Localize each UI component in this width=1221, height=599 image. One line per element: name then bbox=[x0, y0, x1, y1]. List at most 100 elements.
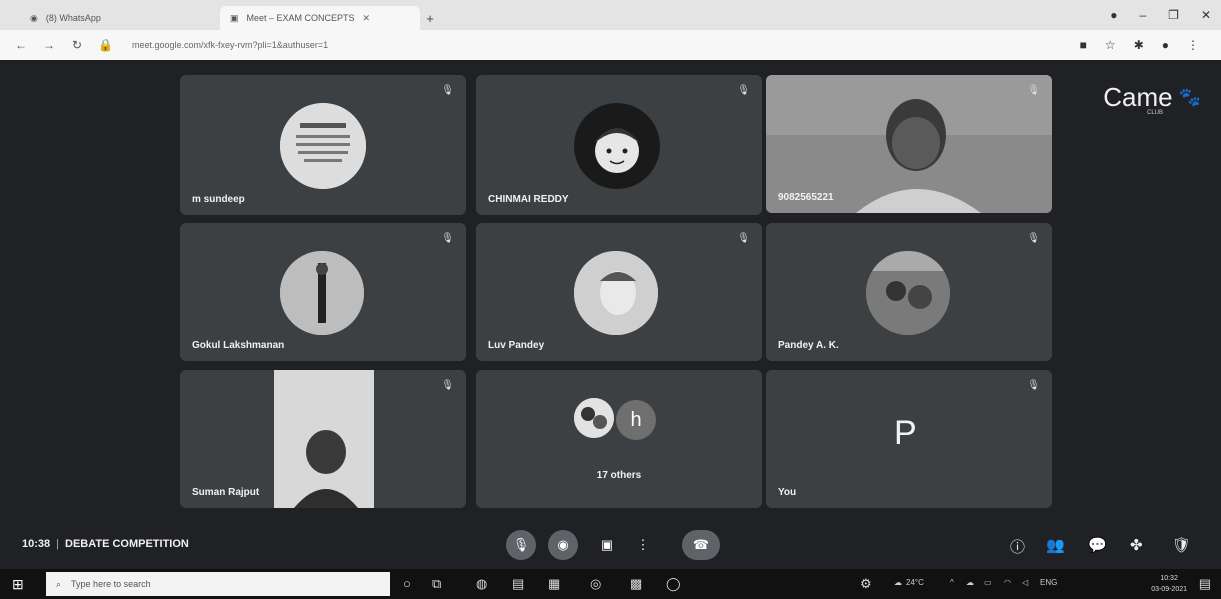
camera-toggle-button[interactable]: ◉ bbox=[548, 530, 578, 560]
participant-name: 9082565221 bbox=[778, 192, 834, 203]
participant-name: Gokul Lakshmanan bbox=[192, 340, 285, 351]
participant-avatar bbox=[280, 251, 364, 335]
mic-toggle-button[interactable]: 🎙 bbox=[506, 530, 536, 560]
photo-avatar bbox=[574, 251, 658, 335]
participant-avatar bbox=[574, 103, 660, 189]
photo-avatar bbox=[280, 251, 364, 335]
search-placeholder: Type here to search bbox=[71, 579, 151, 589]
new-tab-button[interactable]: + bbox=[420, 6, 440, 30]
people-icon[interactable]: 👥 bbox=[1046, 536, 1065, 554]
sign-image-icon bbox=[280, 103, 366, 189]
forward-icon[interactable]: → bbox=[42, 38, 56, 52]
participant-name: Suman Rajput bbox=[192, 487, 260, 498]
more-options-button[interactable]: ⋮ bbox=[628, 530, 658, 560]
more-vert-icon: ⋮ bbox=[636, 537, 650, 552]
url-field[interactable]: meet.google.com/xfk-fxey-rvm?pli=1&authu… bbox=[132, 40, 328, 50]
address-bar: ← → ↻ 🔒 meet.google.com/xfk-fxey-rvm?pli… bbox=[0, 30, 1221, 60]
address-bar-actions: ■ ☆ ✱ ● ⋮ bbox=[1080, 38, 1199, 52]
present-button[interactable]: ▣ bbox=[592, 530, 622, 560]
participant-avatar bbox=[574, 251, 658, 335]
browser-tab-whatsapp[interactable]: ◉ (8) WhatsApp bbox=[20, 6, 220, 30]
paw-icon: 🐾 bbox=[1178, 87, 1201, 107]
brand-name: Came bbox=[1103, 82, 1173, 112]
participant-avatar bbox=[866, 251, 950, 335]
language-indicator[interactable]: ENG bbox=[1040, 578, 1057, 587]
participant-name: You bbox=[778, 487, 797, 498]
others-tile[interactable]: h 17 others bbox=[476, 370, 762, 508]
tab-label: Meet – EXAM CONCEPTS bbox=[246, 13, 355, 23]
browser-tab-strip: ◉ (8) WhatsApp ▣ Meet – EXAM CONCEPTS ✕ … bbox=[0, 0, 1221, 30]
back-icon[interactable]: ← bbox=[14, 38, 28, 52]
reload-icon[interactable]: ↻ bbox=[70, 38, 84, 52]
edge-icon[interactable]: ◍ bbox=[476, 576, 487, 592]
star-icon[interactable]: ☆ bbox=[1105, 38, 1116, 52]
temperature: 24°C bbox=[906, 578, 924, 587]
meet-icon: ▣ bbox=[230, 12, 239, 23]
camera-icon: ◉ bbox=[557, 537, 569, 552]
participant-tile[interactable]: 🎙 Gokul Lakshmanan bbox=[180, 223, 466, 361]
minimize-icon[interactable]: – bbox=[1139, 8, 1146, 22]
self-tile[interactable]: P 🎙 You bbox=[766, 370, 1052, 508]
taskbar-search[interactable]: ⌕ Type here to search bbox=[46, 572, 390, 596]
app-icon-2[interactable]: ◯ bbox=[666, 576, 681, 592]
taskbar-clock[interactable]: 10:32 03-09-2021 bbox=[1151, 573, 1187, 595]
participant-name: CHINMAI REDDY bbox=[488, 194, 569, 205]
maximize-icon[interactable]: ❐ bbox=[1168, 8, 1179, 22]
video-feed bbox=[274, 370, 374, 508]
mic-muted-icon: 🎙 bbox=[441, 233, 454, 244]
activities-icon[interactable]: ✤ bbox=[1130, 536, 1143, 554]
file-explorer-icon[interactable]: ▤ bbox=[512, 576, 524, 592]
participant-tile[interactable]: 🎙 m sundeep bbox=[180, 75, 466, 215]
participant-tile[interactable]: 🎙 Luv Pandey bbox=[476, 223, 762, 361]
weather-app-icon[interactable]: ⚙ bbox=[860, 576, 872, 592]
meeting-time: 10:38 bbox=[22, 538, 51, 550]
store-icon[interactable]: ▦ bbox=[548, 576, 560, 592]
cortana-icon[interactable]: ○ bbox=[403, 576, 411, 591]
windows-taskbar: ⊞ ⌕ Type here to search ○ ⧉ ◍ ▤ ▦ ◎ ▩ ◯ … bbox=[0, 569, 1221, 599]
participant-tile[interactable]: 🎙 CHINMAI REDDY bbox=[476, 75, 762, 215]
host-controls-icon[interactable]: 🛡 bbox=[1172, 536, 1191, 554]
participant-tile[interactable]: 🎙 Suman Rajput bbox=[180, 370, 466, 508]
others-count: 17 others bbox=[596, 470, 642, 481]
record-icon[interactable]: ● bbox=[1110, 8, 1117, 22]
browser-tab-meet[interactable]: ▣ Meet – EXAM CONCEPTS ✕ bbox=[220, 6, 420, 30]
others-avatar-image bbox=[574, 398, 614, 438]
mic-muted-icon: 🎙 bbox=[441, 85, 454, 96]
cartoon-face-icon bbox=[594, 128, 640, 173]
task-view-icon[interactable]: ⧉ bbox=[432, 576, 441, 592]
leave-call-button[interactable]: ☎ bbox=[682, 530, 720, 560]
chat-icon[interactable]: 💬 bbox=[1088, 536, 1107, 554]
mic-muted-icon: 🎙 bbox=[1027, 233, 1040, 244]
clock-time: 10:32 bbox=[1160, 575, 1178, 582]
windows-start-icon[interactable]: ⊞ bbox=[12, 576, 24, 593]
wifi-icon[interactable]: ◠ bbox=[1004, 578, 1011, 587]
camera-icon[interactable]: ■ bbox=[1080, 38, 1087, 52]
mic-icon: 🎙 bbox=[512, 537, 530, 552]
weather-icon: ☁ bbox=[894, 578, 902, 587]
present-icon: ▣ bbox=[600, 537, 614, 552]
extension-icon[interactable]: ✱ bbox=[1134, 38, 1144, 52]
meeting-info: 10:38 | DEBATE COMPETITION bbox=[22, 538, 189, 550]
cartoon-group-icon bbox=[574, 398, 614, 438]
menu-icon[interactable]: ⋮ bbox=[1187, 38, 1199, 52]
photo-avatar bbox=[866, 251, 950, 335]
close-tab-icon[interactable]: ✕ bbox=[363, 13, 371, 24]
tray-chevron-icon[interactable]: ^ bbox=[950, 578, 954, 587]
info-icon[interactable]: ⓘ bbox=[1010, 536, 1025, 557]
meet-grid: 🎙 m sundeep 🎙 CHINMAI REDDY 🎙 9082565221… bbox=[0, 60, 1221, 569]
app-icon[interactable]: ▩ bbox=[630, 576, 642, 592]
meet-control-bar: 10:38 | DEBATE COMPETITION 🎙 ◉ ▣ ⋮ ☎ ⓘ 👥 💬… bbox=[0, 522, 1221, 568]
meeting-title: DEBATE COMPETITION bbox=[65, 538, 189, 550]
network-icon[interactable]: ☁ bbox=[966, 578, 974, 587]
participant-tile[interactable]: 🎙 Pandey A. K. bbox=[766, 223, 1052, 361]
brand-subtitle: CLUB bbox=[1146, 110, 1163, 116]
phone-hangup-icon: ☎ bbox=[692, 537, 710, 552]
volume-icon[interactable]: ◁ bbox=[1022, 578, 1028, 587]
chrome-icon[interactable]: ◎ bbox=[590, 576, 601, 592]
profile-icon[interactable]: ● bbox=[1162, 38, 1169, 52]
participant-name: Pandey A. K. bbox=[778, 340, 839, 351]
close-window-icon[interactable]: ✕ bbox=[1201, 8, 1211, 22]
participant-video-tile[interactable]: 🎙 9082565221 bbox=[766, 75, 1052, 213]
notification-icon[interactable]: ▤ bbox=[1199, 576, 1211, 592]
battery-icon[interactable]: ▭ bbox=[984, 578, 992, 587]
